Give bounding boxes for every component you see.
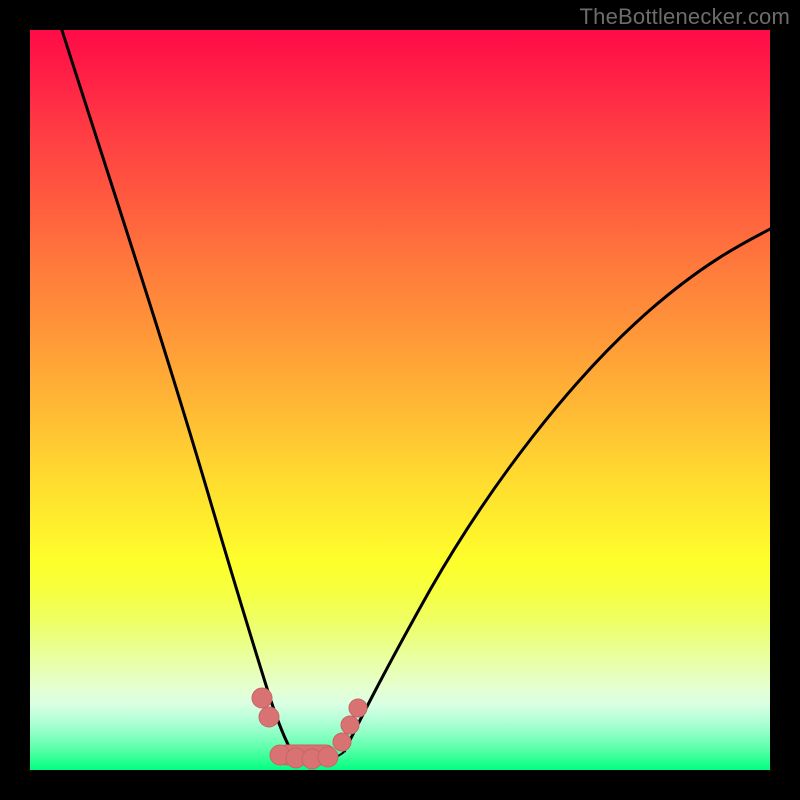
chart-frame: TheBottlenecker.com xyxy=(0,0,800,800)
right-curve xyxy=(344,228,770,752)
chart-overlay-svg xyxy=(30,30,770,770)
left-curve xyxy=(60,30,292,752)
watermark-text: TheBottlenecker.com xyxy=(580,4,790,30)
marker-group xyxy=(252,688,367,769)
